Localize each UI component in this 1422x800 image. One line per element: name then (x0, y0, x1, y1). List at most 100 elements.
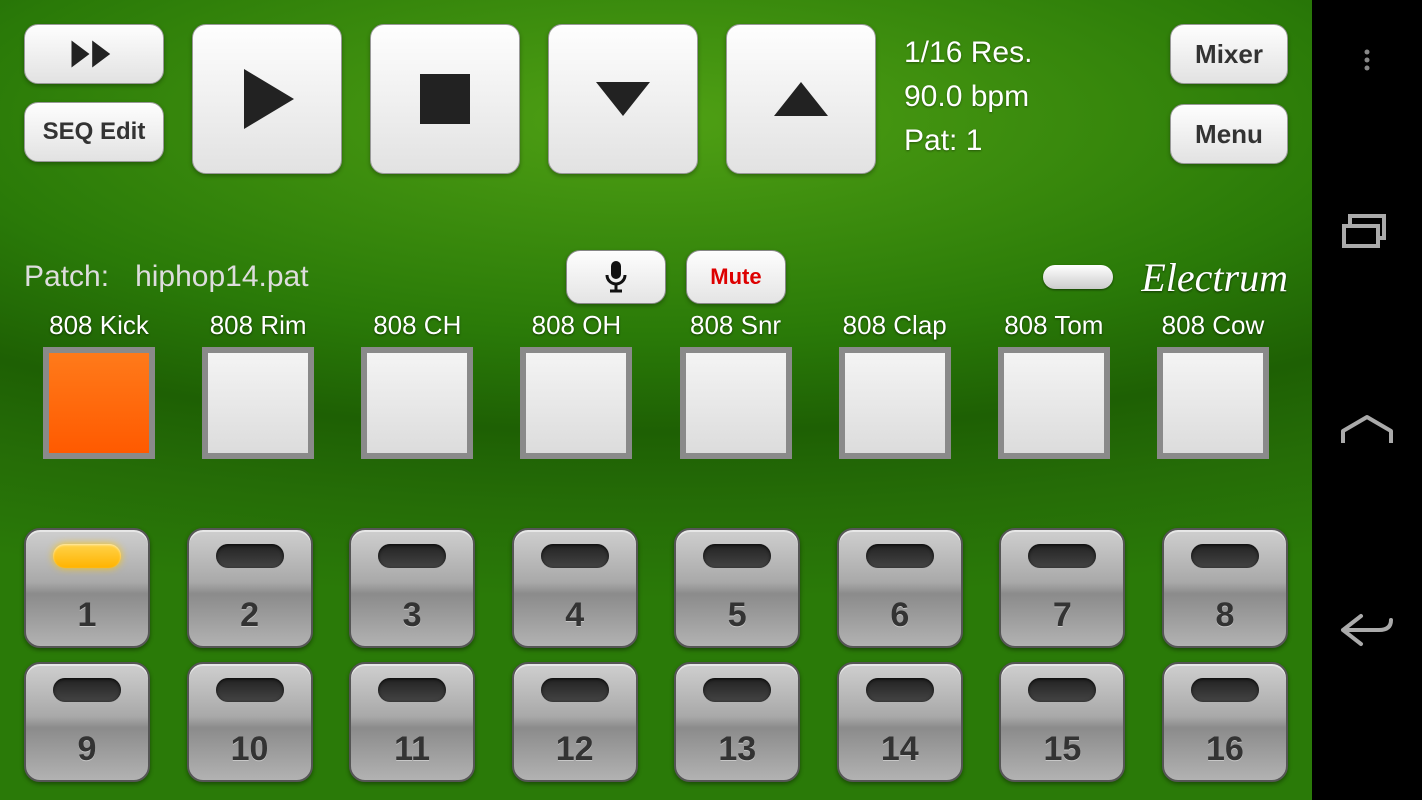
transport-bar: SEQ Edit 1/16 Res. 90.0 bpm Pat: 1 (24, 24, 1288, 174)
microphone-icon (601, 259, 631, 295)
pad-label: 808 Tom (1004, 310, 1103, 341)
step-button[interactable]: 3 (349, 528, 475, 648)
patch-file-name: hiphop14.pat (135, 260, 309, 294)
mute-button[interactable]: Mute (686, 250, 786, 304)
step-button[interactable]: 13 (674, 662, 800, 782)
pad-label: 808 Snr (690, 310, 781, 341)
bpm-label: 90.0 bpm (904, 80, 1032, 114)
step-led (703, 678, 771, 702)
overflow-menu-button[interactable] (1337, 30, 1397, 90)
pad-column: 808 CH (342, 310, 492, 459)
step-number: 1 (78, 596, 97, 635)
step-led (541, 544, 609, 568)
step-button[interactable]: 5 (674, 528, 800, 648)
step-led (216, 678, 284, 702)
step-button[interactable]: 15 (999, 662, 1125, 782)
step-number: 8 (1215, 596, 1234, 635)
recent-apps-icon (1342, 212, 1392, 248)
home-button[interactable] (1337, 400, 1397, 460)
step-number: 12 (556, 730, 594, 769)
transport-left-col: SEQ Edit (24, 24, 164, 162)
play-button[interactable] (192, 24, 342, 174)
drum-pad[interactable] (361, 347, 473, 459)
step-row-2: 9 10 11 12 13 14 15 16 (24, 662, 1288, 782)
step-button[interactable]: 2 (187, 528, 313, 648)
mixer-button[interactable]: Mixer (1170, 24, 1288, 84)
step-button[interactable]: 6 (837, 528, 963, 648)
step-number: 4 (565, 596, 584, 635)
step-button[interactable]: 1 (24, 528, 150, 648)
back-icon (1339, 610, 1395, 650)
step-led (866, 544, 934, 568)
step-number: 9 (78, 730, 97, 769)
step-led (1191, 678, 1259, 702)
status-display: 1/16 Res. 90.0 bpm Pat: 1 (904, 24, 1032, 158)
drum-pad[interactable] (43, 347, 155, 459)
step-button[interactable]: 8 (1162, 528, 1288, 648)
drum-pad[interactable] (1157, 347, 1269, 459)
step-button[interactable]: 9 (24, 662, 150, 782)
step-number: 7 (1053, 596, 1072, 635)
drum-pads-row: 808 Kick808 Rim 808 CH 808 OH 808 Snr 808 Cl… (24, 310, 1288, 459)
step-button[interactable]: 7 (999, 528, 1125, 648)
chevron-down-icon (588, 64, 658, 134)
step-led (1191, 544, 1259, 568)
drum-pad[interactable] (680, 347, 792, 459)
drum-pad[interactable] (839, 347, 951, 459)
step-button[interactable]: 4 (512, 528, 638, 648)
pattern-label: Pat: 1 (904, 124, 1032, 158)
record-mic-button[interactable] (566, 250, 666, 304)
pad-column: 808 Kick (24, 310, 174, 459)
fast-forward-icon (66, 36, 122, 72)
step-number: 16 (1206, 730, 1244, 769)
step-number: 2 (240, 596, 259, 635)
step-button[interactable]: 12 (512, 662, 638, 782)
step-number: 5 (728, 596, 747, 635)
menu-button[interactable]: Menu (1170, 104, 1288, 164)
app-main: SEQ Edit 1/16 Res. 90.0 bpm Pat: 1 (0, 0, 1312, 800)
step-number: 6 (890, 596, 909, 635)
play-icon (232, 64, 302, 134)
step-number: 3 (403, 596, 422, 635)
dots-vertical-icon (1355, 48, 1379, 72)
step-number: 15 (1043, 730, 1081, 769)
stop-button[interactable] (370, 24, 520, 174)
step-sequencer: 12345678 910111213141516 (24, 528, 1288, 782)
step-led (378, 544, 446, 568)
step-led (216, 544, 284, 568)
pad-column: 808 Snr (661, 310, 811, 459)
pad-column: 808 Cow (1138, 310, 1288, 459)
pattern-up-button[interactable] (726, 24, 876, 174)
step-led (541, 678, 609, 702)
step-led (703, 544, 771, 568)
resolution-label: 1/16 Res. (904, 36, 1032, 70)
step-number: 13 (718, 730, 756, 769)
step-led (1028, 678, 1096, 702)
drum-pad[interactable] (202, 347, 314, 459)
pad-label: 808 CH (373, 310, 461, 341)
back-button[interactable] (1337, 600, 1397, 660)
step-led (53, 544, 121, 568)
pad-column: 808 OH (501, 310, 651, 459)
drum-pad[interactable] (520, 347, 632, 459)
recent-apps-button[interactable] (1337, 200, 1397, 260)
pad-label: 808 Clap (843, 310, 947, 341)
brand-pill-toggle[interactable] (1043, 265, 1113, 289)
fast-forward-button[interactable] (24, 24, 164, 84)
step-led (53, 678, 121, 702)
pad-column: 808 Rim (183, 310, 333, 459)
side-buttons: Mixer Menu (1170, 24, 1288, 164)
step-row-1: 1 2 3 4 5 6 7 8 (24, 528, 1288, 648)
step-button[interactable]: 14 (837, 662, 963, 782)
step-led (866, 678, 934, 702)
step-button[interactable]: 10 (187, 662, 313, 782)
step-led (378, 678, 446, 702)
step-button[interactable]: 11 (349, 662, 475, 782)
step-number: 14 (881, 730, 919, 769)
seq-edit-button[interactable]: SEQ Edit (24, 102, 164, 162)
step-button[interactable]: 16 (1162, 662, 1288, 782)
pattern-down-button[interactable] (548, 24, 698, 174)
brand-logo: Electrum (1141, 254, 1288, 301)
patch-row: Patch: hiphop14.pat Mute Electrum (24, 250, 1288, 304)
drum-pad[interactable] (998, 347, 1110, 459)
